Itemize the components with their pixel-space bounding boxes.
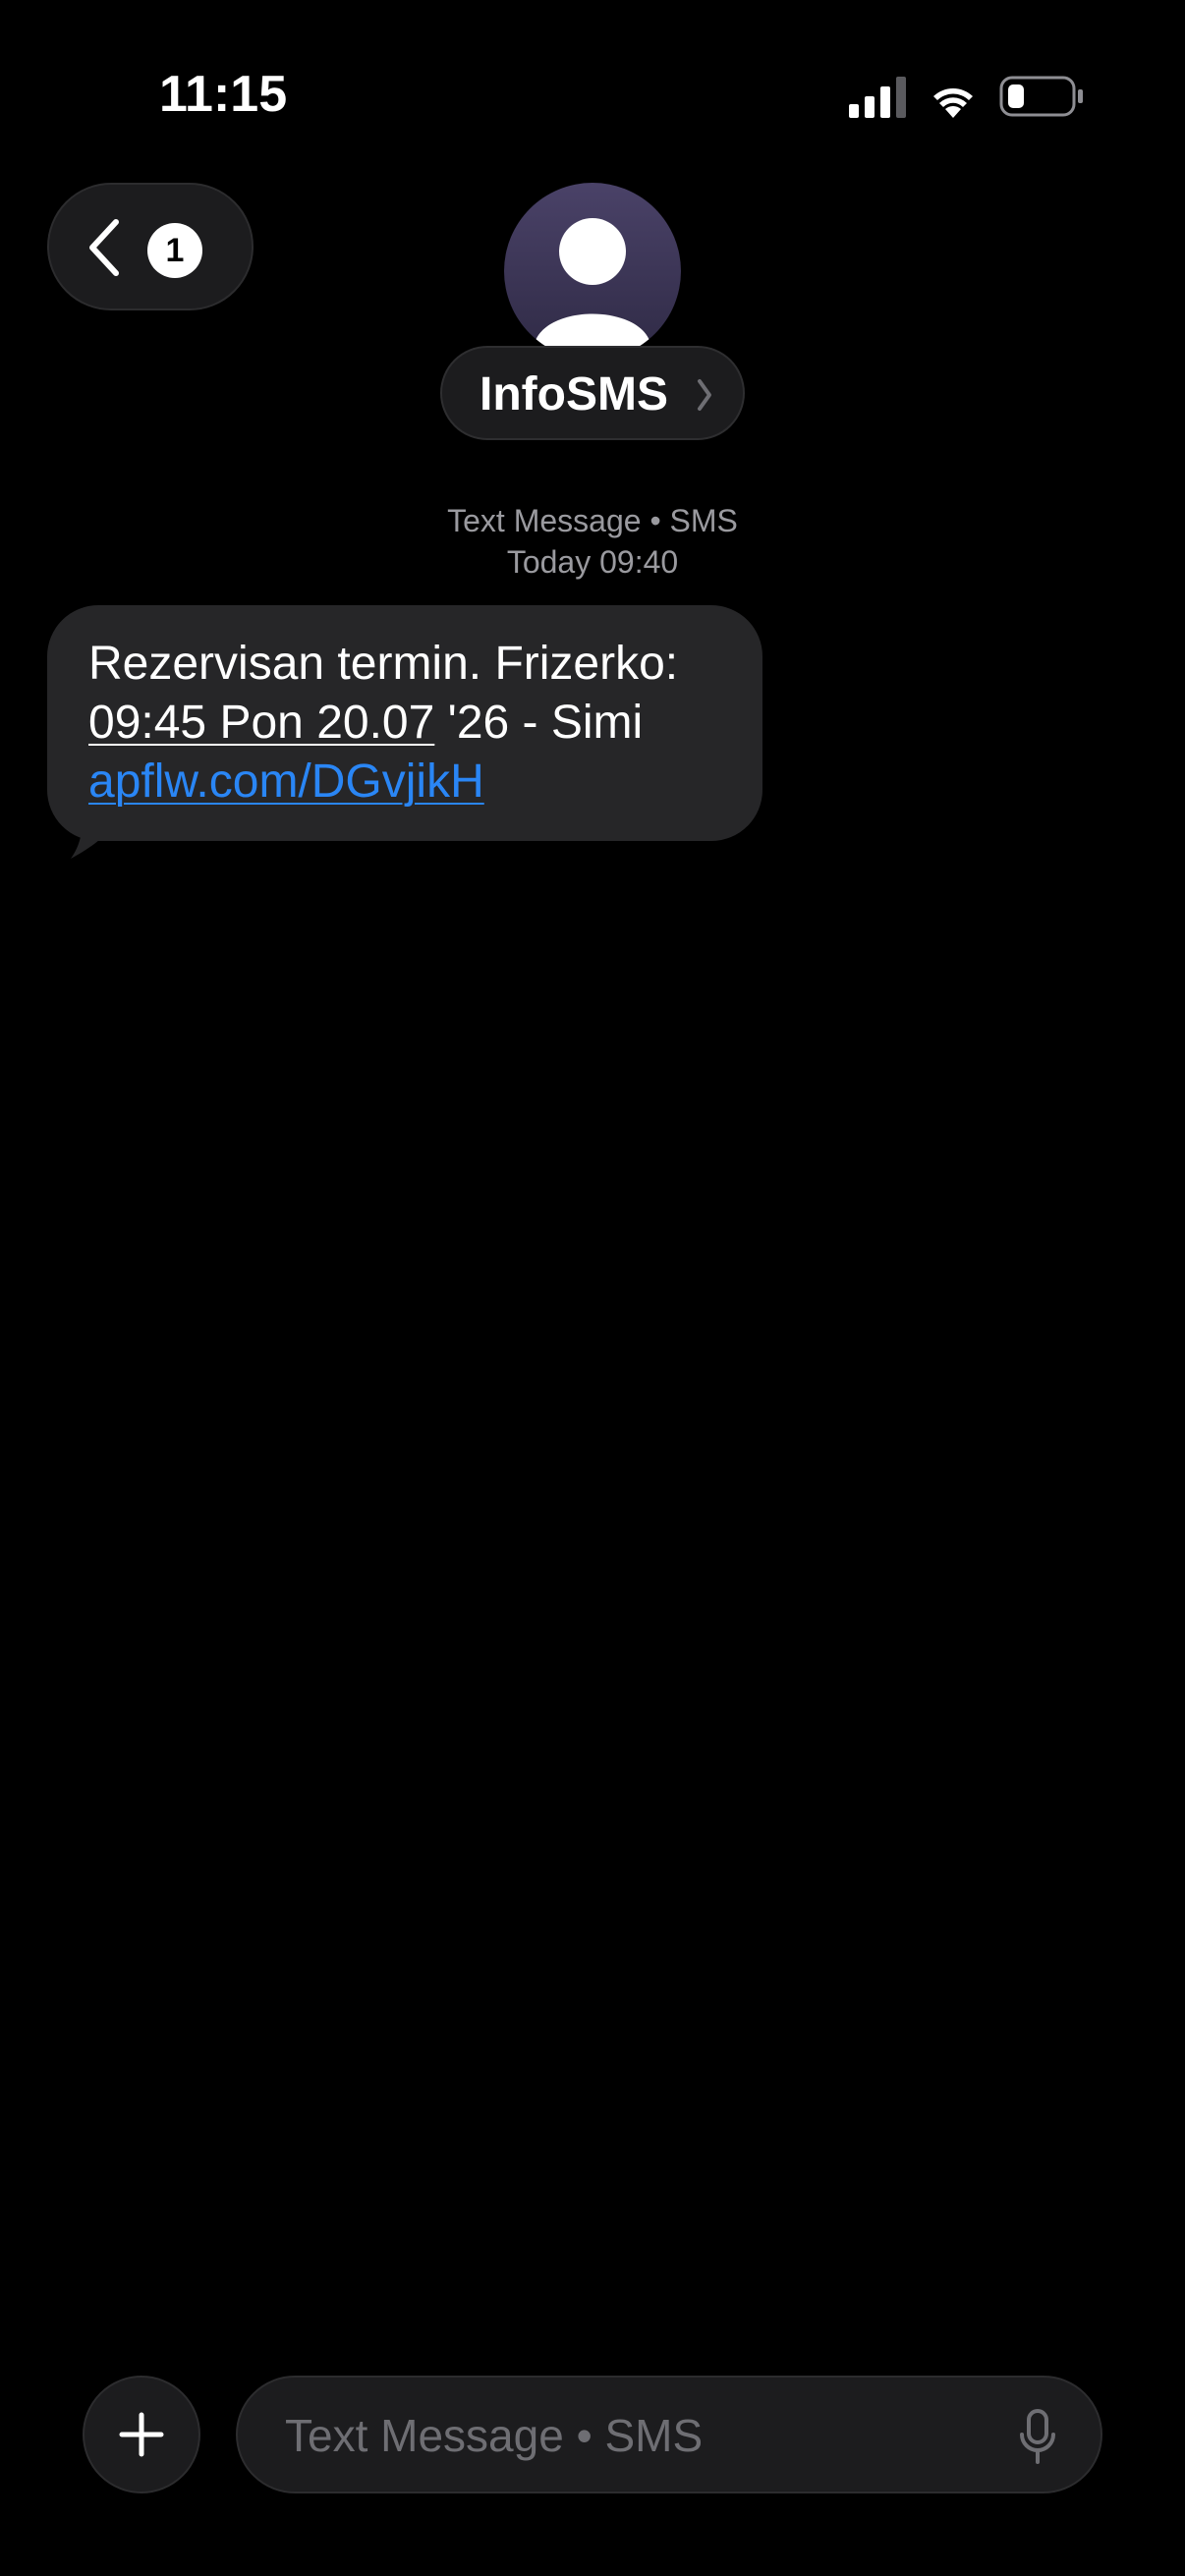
date-link[interactable]: 09:45 Pon 20.07	[88, 697, 434, 749]
chevron-left-icon	[89, 219, 119, 276]
add-attachment-button[interactable]	[83, 2376, 200, 2493]
status-icons	[849, 76, 1083, 118]
message-timestamp: Today 09:40	[506, 544, 679, 580]
message-line-2-rest: '26 - Simi	[434, 697, 644, 749]
person-icon	[534, 218, 651, 348]
url-link[interactable]: apflw.com/DGvjikH	[88, 756, 484, 808]
unread-count-badge: 1	[147, 223, 202, 278]
message-service-label: Text Message • SMS	[447, 503, 738, 538]
message-text: Rezervisan termin. Frizerko: 09:45 Pon 2…	[88, 635, 678, 812]
message-input-placeholder: Text Message • SMS	[285, 2410, 704, 2461]
battery-icon	[999, 76, 1083, 117]
message-line-1: Rezervisan termin. Frizerko:	[88, 638, 679, 690]
plus-icon	[119, 2412, 164, 2457]
back-button[interactable]: 1	[47, 183, 254, 310]
message-bubble[interactable]: Rezervisan termin. Frizerko: 09:45 Pon 2…	[47, 605, 762, 841]
microphone-icon[interactable]	[1018, 2407, 1057, 2466]
chevron-right-icon	[698, 379, 711, 411]
contact-avatar[interactable]	[504, 183, 681, 360]
message-input[interactable]: Text Message • SMS	[236, 2376, 1102, 2493]
cellular-signal-icon	[849, 77, 906, 118]
contact-name: InfoSMS	[480, 368, 668, 420]
status-time: 11:15	[159, 66, 288, 123]
wifi-icon	[933, 88, 973, 118]
contact-name-button[interactable]: InfoSMS	[440, 346, 745, 440]
